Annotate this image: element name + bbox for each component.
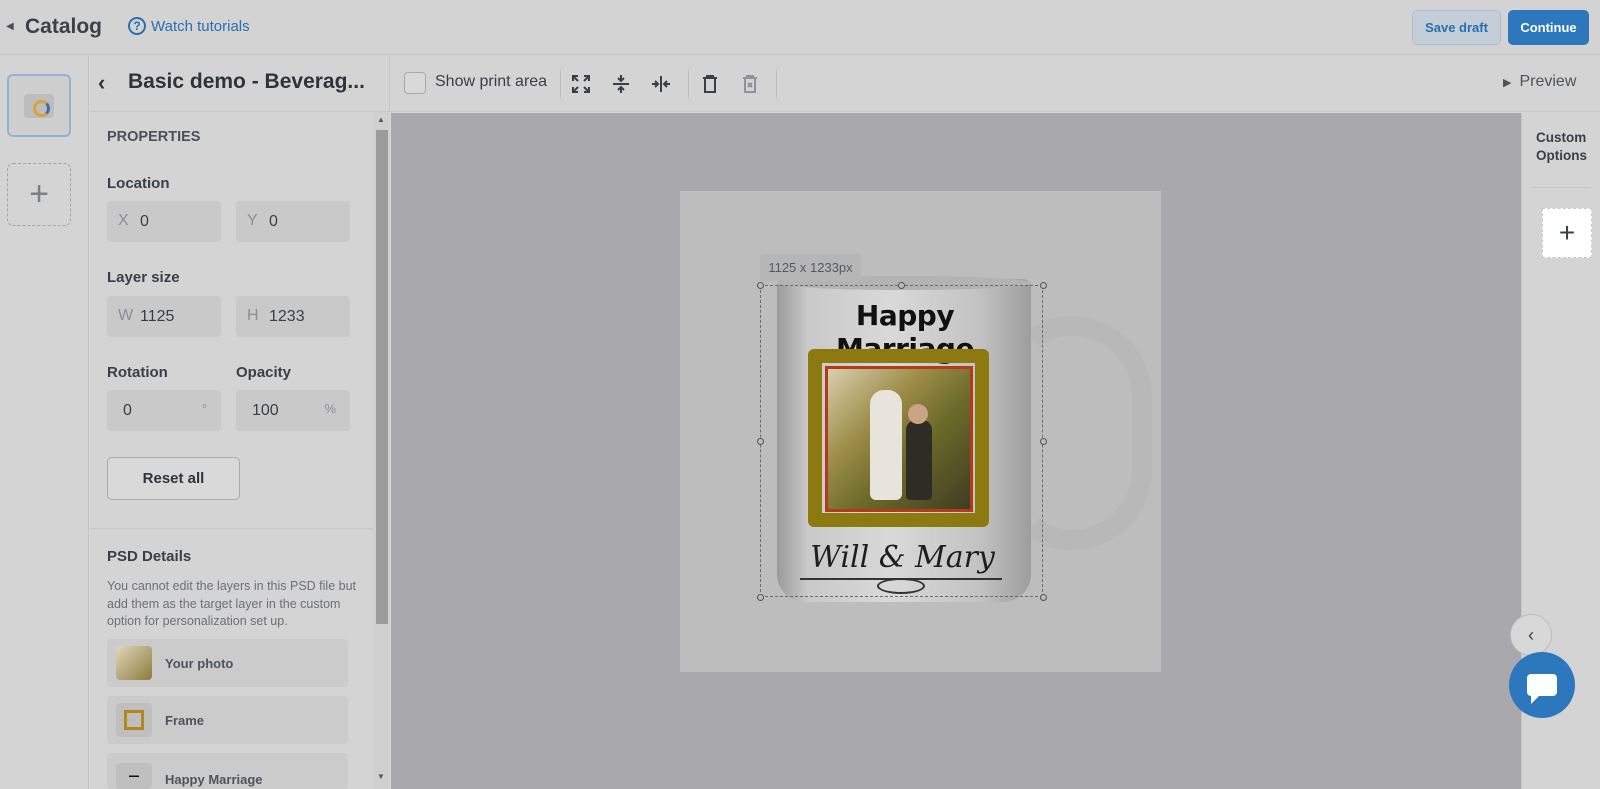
back-caret-icon[interactable]: ◀ (6, 21, 14, 32)
custom-options-heading: Custom Options (1536, 129, 1587, 165)
rotation-label: Rotation (107, 364, 168, 381)
layer-item-your-photo[interactable]: Your photo (107, 639, 348, 687)
panel-divider (90, 528, 373, 529)
layer-name: Your photo (165, 655, 234, 671)
location-label: Location (107, 175, 170, 192)
continue-button[interactable]: Continue (1508, 10, 1589, 45)
chat-bubble-icon (1527, 674, 1557, 704)
help-circle-icon: ? (128, 17, 146, 35)
product-title: Basic demo - Beverag... (128, 70, 365, 93)
chevron-left-icon: ‹ (1528, 624, 1534, 645)
mug-thumbnail-icon (24, 93, 54, 118)
toolbar-divider (688, 70, 689, 98)
show-print-area-label: Show print area (435, 73, 548, 90)
add-product-button[interactable]: + (7, 163, 71, 226)
psd-description: You cannot edit the layers in this PSD f… (107, 579, 356, 628)
fit-to-area-icon[interactable] (569, 72, 593, 96)
custom-options-line2: Options (1536, 148, 1587, 163)
layer-size-tag: 1125 x 1233px (760, 254, 861, 281)
delete-image-icon[interactable] (738, 72, 762, 96)
opacity-label: Opacity (236, 364, 292, 381)
photo-thumbnail-icon (116, 646, 152, 680)
resize-handle[interactable] (757, 282, 764, 289)
h-prefix: H (247, 307, 259, 324)
layer-height-field[interactable]: H 1233 (236, 296, 350, 337)
panel-scrollbar[interactable]: ▲ ▼ (373, 112, 390, 789)
play-icon: ▶ (1503, 76, 1512, 89)
percent-unit: % (324, 401, 336, 416)
h-value: 1233 (269, 308, 305, 325)
resize-handle[interactable] (898, 282, 905, 289)
top-bar: ◀ Catalog ? Watch tutorials Save draft C… (0, 0, 1600, 55)
align-horizontal-center-icon[interactable] (649, 72, 673, 96)
scroll-up-icon[interactable]: ▲ (377, 115, 385, 124)
custom-options-divider (1532, 187, 1590, 188)
scrollbar-thumb[interactable] (376, 130, 388, 624)
rotation-field[interactable]: 0 ° (107, 390, 221, 431)
chat-widget-button[interactable] (1509, 652, 1575, 718)
selection-box[interactable] (760, 285, 1043, 597)
frame-thumbnail-icon (116, 703, 152, 737)
resize-handle[interactable] (757, 438, 764, 445)
layer-width-field[interactable]: W 1125 (107, 296, 221, 337)
layer-name: Happy Marriage (165, 772, 263, 787)
show-print-area-checkbox[interactable] (404, 72, 426, 94)
collapse-panel-button[interactable]: ‹ (1510, 614, 1552, 656)
opacity-value: 100 (252, 402, 279, 419)
rotation-value: 0 (123, 402, 132, 419)
resize-handle[interactable] (1040, 438, 1047, 445)
delete-icon[interactable] (698, 72, 722, 96)
preview-label: Preview (1519, 73, 1577, 90)
toolbar-divider (560, 70, 561, 98)
resize-handle[interactable] (1040, 594, 1047, 601)
psd-details-heading: PSD Details (107, 548, 192, 565)
location-x-field[interactable]: X 0 (107, 201, 221, 242)
align-vertical-center-icon[interactable] (609, 72, 633, 96)
resize-handle[interactable] (757, 594, 764, 601)
resize-handle[interactable] (1040, 282, 1047, 289)
y-prefix: Y (247, 212, 258, 229)
toolbar-divider (776, 70, 777, 98)
w-prefix: W (118, 307, 134, 324)
watch-tutorials-label: Watch tutorials (151, 17, 250, 35)
layer-item-frame[interactable]: Frame (107, 696, 348, 744)
product-thumbnail[interactable] (7, 74, 71, 137)
properties-heading: PROPERTIES (107, 129, 201, 145)
editor-toolbar: Show print area ▶ Preview (391, 56, 1600, 112)
save-draft-button[interactable]: Save draft (1412, 10, 1501, 45)
text-thumbnail-icon: ▬▬ (116, 763, 152, 789)
x-prefix: X (118, 212, 129, 229)
y-value: 0 (269, 213, 278, 230)
reset-all-button[interactable]: Reset all (107, 457, 240, 500)
properties-panel: ‹ Basic demo - Beverag... PROPERTIES Loc… (90, 56, 390, 789)
w-value: 1125 (140, 308, 175, 325)
location-y-field[interactable]: Y 0 (236, 201, 350, 242)
chevron-left-icon[interactable]: ‹ (98, 70, 105, 96)
custom-options-line1: Custom (1536, 130, 1587, 145)
catalog-back-link[interactable]: Catalog (25, 15, 102, 39)
panel-header: ‹ Basic demo - Beverag... (90, 56, 390, 112)
layer-item-happy-marriage[interactable]: ▬▬ Happy Marriage (107, 753, 348, 789)
degree-unit: ° (201, 401, 207, 416)
preview-button[interactable]: ▶ Preview (1503, 73, 1576, 91)
layer-name: Frame (165, 712, 205, 728)
add-custom-option-button[interactable]: + (1542, 208, 1592, 258)
watch-tutorials-link[interactable]: ? Watch tutorials (128, 17, 250, 35)
scroll-down-icon[interactable]: ▼ (377, 772, 385, 781)
x-value: 0 (140, 213, 149, 230)
opacity-field[interactable]: 100 % (236, 390, 350, 431)
layer-size-label: Layer size (107, 269, 180, 286)
